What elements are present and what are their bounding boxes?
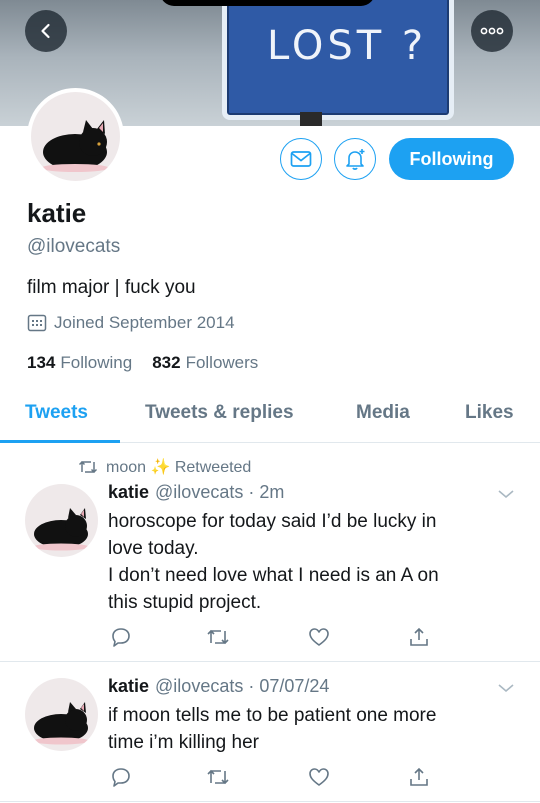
active-tab-indicator: [0, 440, 120, 443]
tweet-text: horoscope for today said I’d be lucky in…: [108, 508, 498, 616]
retweet-button[interactable]: [206, 626, 230, 653]
followers-count: 832: [152, 353, 181, 372]
tab-tweets-and-replies[interactable]: Tweets & replies: [145, 402, 294, 424]
tweet-text-line: time i’m killing her: [108, 732, 259, 753]
calendar-icon: [27, 314, 47, 332]
share-icon: [410, 627, 428, 646]
tweet-actions: [108, 626, 428, 650]
more-options-button[interactable]: [471, 10, 513, 52]
share-icon: [410, 767, 428, 786]
retweet-label: moon ✨ Retweeted: [106, 459, 252, 476]
heart-icon: [309, 628, 329, 646]
reply-icon: [112, 768, 130, 787]
heart-icon: [309, 768, 329, 786]
tweet-text-line: love today.: [108, 538, 199, 559]
banner-sign-text: LOST ?: [267, 23, 428, 69]
cat-avatar-image: [33, 702, 89, 745]
retweet-context: moon ✨ Retweeted: [78, 457, 251, 477]
retweet-button[interactable]: [206, 766, 230, 793]
joined-date: Joined September 2014: [27, 313, 235, 333]
profile-avatar[interactable]: [27, 88, 124, 185]
message-button[interactable]: [280, 138, 322, 180]
following-button[interactable]: Following: [389, 138, 514, 180]
reply-button[interactable]: [110, 766, 132, 793]
share-button[interactable]: [408, 626, 430, 653]
tweet[interactable]: moon ✨ Retweeted katie @ilovecats · 2m ho…: [0, 444, 540, 662]
followers-label: Followers: [185, 353, 259, 372]
cat-avatar-image: [41, 120, 109, 172]
share-button[interactable]: [408, 766, 430, 793]
following-label: Following: [60, 353, 133, 372]
following-count-link[interactable]: 134 Following: [27, 353, 132, 373]
like-button[interactable]: [308, 626, 330, 653]
tweet-text-line: I don’t need love what I need is an A on: [108, 565, 439, 586]
more-icon: [480, 27, 504, 35]
back-button[interactable]: [25, 10, 67, 52]
tweet-text: if moon tells me to be patient one more …: [108, 702, 498, 756]
retweet-icon: [207, 769, 229, 785]
reply-button[interactable]: [110, 626, 132, 653]
retweet-icon: [78, 460, 98, 474]
tweet-header: katie @ilovecats · 2m: [108, 482, 284, 503]
chevron-down-icon[interactable]: [497, 682, 515, 694]
profile-name: katie: [27, 198, 87, 228]
tweet-text-line: this stupid project.: [108, 592, 262, 613]
retweet-icon: [207, 629, 229, 645]
profile-tabs: Tweets Tweets & replies Media Likes: [0, 390, 540, 443]
tweet-author-name: katie: [108, 676, 150, 696]
bell-plus-icon: [346, 149, 365, 170]
reply-icon: [112, 628, 130, 647]
banner-sign-post: [300, 112, 322, 126]
profile-bio: film major | fuck you: [27, 277, 196, 298]
device-notch: [160, 0, 375, 6]
tweet-author-name: katie: [108, 482, 150, 502]
tab-likes[interactable]: Likes: [465, 402, 514, 424]
mail-icon: [290, 151, 312, 167]
tweet-text-line: if moon tells me to be patient one more: [108, 705, 437, 726]
like-button[interactable]: [308, 766, 330, 793]
profile-handle: @ilovecats: [27, 236, 121, 257]
back-arrow-icon: [41, 23, 50, 39]
tweet-avatar[interactable]: [25, 678, 98, 751]
tweet-text-line: horoscope for today said I’d be lucky in: [108, 511, 437, 532]
tab-media[interactable]: Media: [356, 402, 410, 424]
follow-counts: 134 Following 832 Followers: [27, 353, 258, 373]
tweet-meta: @ilovecats · 2m: [155, 482, 285, 502]
joined-text: Joined September 2014: [54, 313, 235, 332]
notifications-button[interactable]: [334, 138, 376, 180]
tweet-header: katie @ilovecats · 07/07/24: [108, 676, 329, 697]
tab-tweets[interactable]: Tweets: [25, 402, 88, 424]
cat-avatar-image: [33, 508, 89, 551]
tweet-meta: @ilovecats · 07/07/24: [155, 676, 330, 696]
chevron-down-icon[interactable]: [497, 488, 515, 500]
tweet-actions: [108, 766, 428, 790]
tweet-avatar[interactable]: [25, 484, 98, 557]
tweet[interactable]: katie @ilovecats · 07/07/24 if moon tells…: [0, 662, 540, 802]
followers-count-link[interactable]: 832 Followers: [152, 353, 258, 373]
banner-sign: LOST ?: [222, 0, 454, 120]
following-count: 134: [27, 353, 56, 372]
